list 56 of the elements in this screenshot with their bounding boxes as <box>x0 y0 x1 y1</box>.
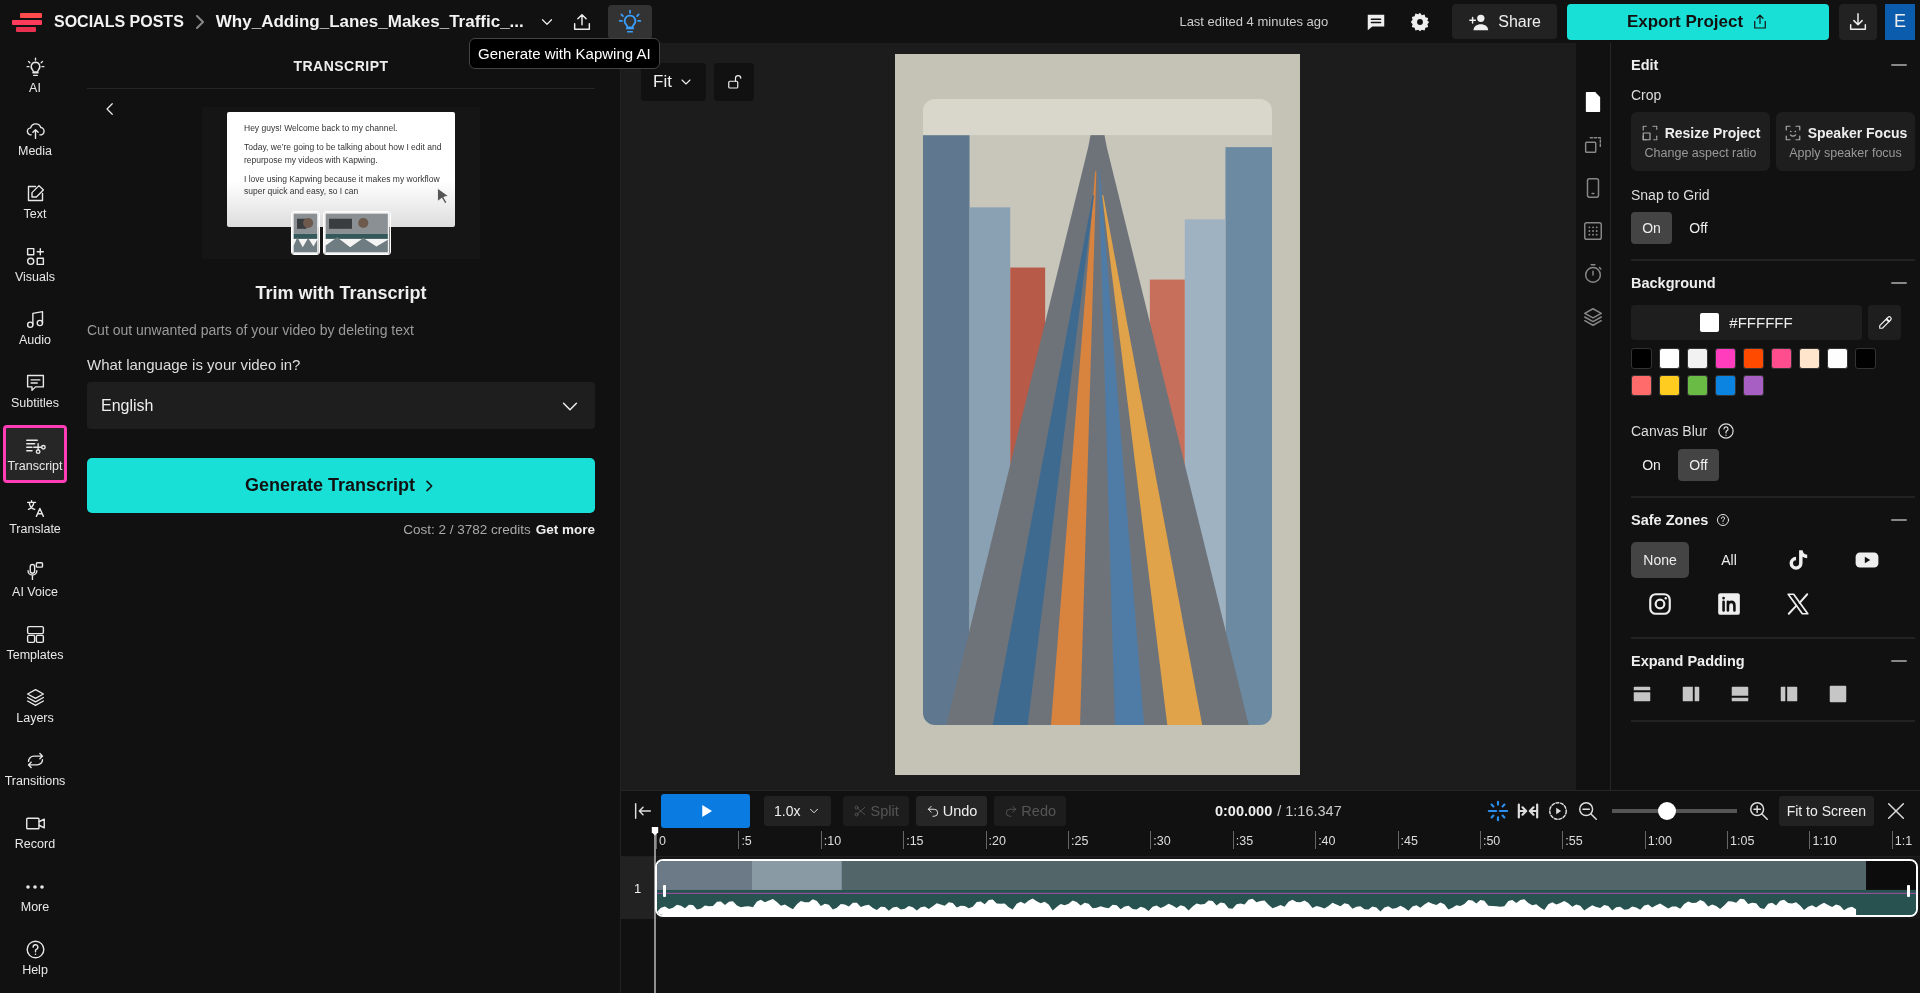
crop-option-button[interactable]: Resize Project Change aspect ratio <box>1631 112 1770 171</box>
color-field[interactable]: #FFFFFF <box>1631 305 1862 340</box>
sidebar-item[interactable]: More <box>3 866 67 924</box>
credits-text: Cost: 2 / 3782 credits <box>403 522 531 537</box>
current-time: 0:00.000 <box>1214 803 1273 819</box>
sidebar-item[interactable]: AI <box>3 47 67 105</box>
transcript-paragraph: I love using Kapwing because it makes my workflow super quick and easy, so I can <box>244 172 441 198</box>
field-label: Snap to Grid <box>1631 187 1711 203</box>
user-avatar[interactable]: E <box>1885 3 1915 40</box>
sidebar-item[interactable]: Visuals <box>3 236 67 294</box>
get-more-link[interactable]: Get more <box>535 522 595 537</box>
speed-dropdown[interactable]: 1.0x <box>764 796 832 826</box>
section-title: Safe Zones <box>1631 512 1709 528</box>
sidebar-item[interactable]: Subtitles <box>3 362 67 420</box>
share-button[interactable]: Share <box>1452 4 1557 39</box>
zoom-dropdown[interactable]: Fit <box>641 63 706 101</box>
toggle-option[interactable]: Off <box>1678 449 1719 481</box>
sidebar-item[interactable]: AI Voice <box>3 551 67 609</box>
transcript-paragraph: Hey guys! Welcome back to my channel. <box>244 122 399 135</box>
undo-button[interactable]: Undo <box>915 796 988 826</box>
track-number: 1 <box>621 857 654 919</box>
panel-heading: Trim with Transcript <box>254 283 428 304</box>
sidebar-item[interactable]: Transitions <box>3 740 67 798</box>
fit-to-screen-button[interactable]: Fit to Screen <box>1778 796 1874 826</box>
panel-description: Cut out unwanted parts of your video by deleting text <box>87 322 415 338</box>
color-value: #FFFFFF <box>1729 314 1793 331</box>
section-title: Background <box>1631 275 1716 291</box>
section-title: Edit <box>1631 57 1659 73</box>
generate-transcript-button[interactable]: Generate Transcript <box>87 458 595 513</box>
sidebar-item[interactable]: Templates <box>3 614 67 672</box>
total-duration: / 1:16.347 <box>1277 803 1342 819</box>
export-button[interactable]: Export Project <box>1567 3 1829 40</box>
language-dropdown[interactable]: English <box>87 382 595 429</box>
toggle-option[interactable]: Off <box>1678 212 1719 244</box>
crop-option-button[interactable]: Speaker Focus Apply speaker focus <box>1776 112 1915 171</box>
safe-zone-option[interactable]: All <box>1700 542 1758 578</box>
sidebar-item[interactable]: Transcript <box>3 425 67 483</box>
safe-zone-option[interactable]: None <box>1631 542 1689 578</box>
toggle-option[interactable]: On <box>1631 449 1672 481</box>
sidebar-item[interactable]: Media <box>3 110 67 168</box>
last-edited-text: Last edited 4 minutes ago <box>1179 14 1329 29</box>
sidebar-item[interactable]: Record <box>3 803 67 861</box>
project-title[interactable]: Why_Adding_Lanes_Makes_Traffic_... <box>215 11 524 32</box>
field-label: What language is your video in? <box>87 356 302 373</box>
breadcrumb-link[interactable]: SOCIALS POSTS <box>54 12 184 31</box>
tooltip: Generate with Kapwing AI <box>469 38 660 69</box>
transcript-paragraph: Today, we’re going to be talking about how I edit and repurpose my videos with Kapwing. <box>244 141 443 166</box>
sidebar-item[interactable]: Translate <box>3 488 67 546</box>
sidebar-item[interactable]: Text <box>3 173 67 231</box>
field-label: Canvas Blur <box>1631 423 1708 439</box>
sidebar-item[interactable]: Audio <box>3 299 67 357</box>
section-title: Expand Padding <box>1631 653 1745 669</box>
sidebar-item[interactable]: Help <box>3 929 67 987</box>
toggle-option[interactable]: On <box>1631 212 1672 244</box>
field-label: Crop <box>1631 87 1663 103</box>
sidebar-item[interactable]: Layers <box>3 677 67 735</box>
